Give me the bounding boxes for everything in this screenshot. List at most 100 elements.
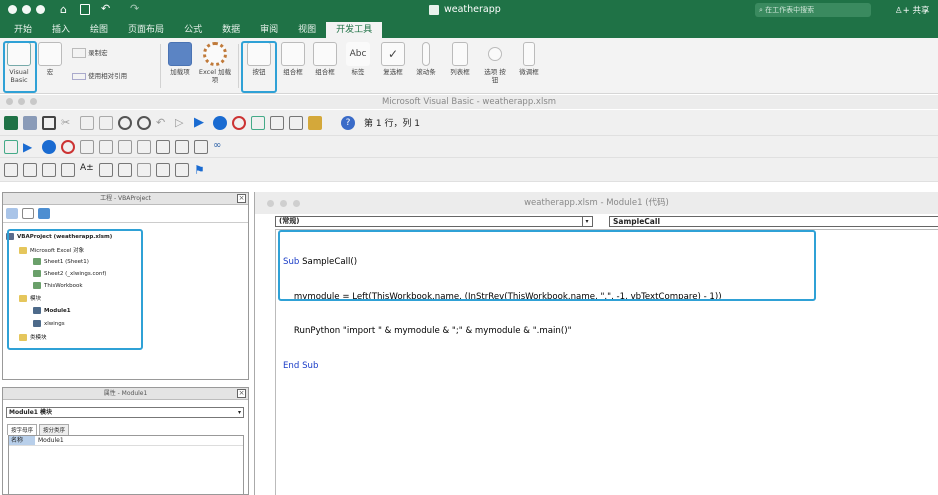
redo-icon[interactable]: ↷ bbox=[130, 2, 139, 15]
complete-word-icon[interactable]: A± bbox=[80, 163, 94, 177]
tab-data[interactable]: 数据 bbox=[212, 22, 250, 38]
home-icon[interactable]: ⌂ bbox=[60, 3, 67, 16]
object-select[interactable]: Module1 模块 ▾ bbox=[6, 407, 244, 418]
view-object-icon[interactable] bbox=[22, 208, 34, 219]
tab-developer[interactable]: 开发工具 bbox=[326, 22, 383, 38]
object-browser-icon[interactable] bbox=[308, 115, 322, 130]
locals-window-icon[interactable] bbox=[156, 139, 170, 154]
excel-addins-button[interactable]: Excel 加载项 bbox=[198, 42, 232, 84]
design-mode-icon[interactable] bbox=[4, 139, 18, 154]
code-close-icon[interactable] bbox=[267, 200, 274, 207]
record-macro-button[interactable]: 录制宏 bbox=[72, 48, 152, 58]
search-box[interactable]: ⌕ 在工作表中搜索 bbox=[755, 3, 871, 17]
ribbon-tabs: 开始 插入 绘图 页面布局 公式 数据 审阅 视图 开发工具 bbox=[0, 20, 938, 38]
undo-icon[interactable]: ↶ bbox=[101, 2, 110, 15]
tab-page-layout[interactable]: 页面布局 bbox=[118, 22, 174, 38]
relative-ref-icon bbox=[72, 72, 86, 80]
vbe-close-icon[interactable] bbox=[6, 98, 13, 105]
macros-button[interactable]: 宏 bbox=[38, 42, 62, 76]
option-button-control[interactable]: 选项 按钮 bbox=[481, 42, 509, 84]
watch-window-icon[interactable] bbox=[194, 139, 208, 154]
bookmark-icon[interactable]: ⚑ bbox=[194, 163, 208, 177]
properties-icon[interactable] bbox=[289, 115, 303, 130]
vbe-zoom-icon[interactable] bbox=[30, 98, 37, 105]
tab-review[interactable]: 审阅 bbox=[250, 22, 288, 38]
project-explorer-icon[interactable] bbox=[270, 115, 284, 130]
code-highlight bbox=[278, 230, 816, 301]
zoom-window-icon[interactable] bbox=[36, 5, 45, 14]
cut-icon[interactable]: ✂ bbox=[61, 116, 75, 130]
scrollbar-control[interactable]: 滚动条 bbox=[412, 42, 440, 76]
close-icon[interactable]: × bbox=[237, 194, 246, 203]
combo-box-control-1[interactable]: 组合框 bbox=[279, 42, 307, 76]
break-icon[interactable] bbox=[213, 115, 227, 130]
list-constants-icon[interactable] bbox=[23, 162, 37, 177]
addins-button[interactable]: 加载项 bbox=[166, 42, 194, 76]
uncomment-block-icon[interactable] bbox=[175, 162, 189, 177]
stop-icon[interactable] bbox=[61, 139, 75, 154]
relative-reference-button[interactable]: 使用相对引用 bbox=[72, 72, 162, 80]
parameter-info-icon[interactable] bbox=[61, 162, 75, 177]
indent-icon[interactable] bbox=[99, 162, 113, 177]
toggle-folders-icon[interactable] bbox=[38, 208, 50, 219]
listbox-control[interactable]: 列表框 bbox=[445, 42, 475, 76]
close-window-icon[interactable] bbox=[8, 5, 17, 14]
toggle-breakpoint-icon[interactable] bbox=[137, 162, 151, 177]
redo-icon[interactable]: ▷ bbox=[175, 116, 189, 130]
tab-draw[interactable]: 绘图 bbox=[80, 22, 118, 38]
properties-grid: 名称 Module1 bbox=[8, 435, 244, 495]
design-mode-icon[interactable] bbox=[251, 115, 265, 130]
procedure-dropdown[interactable]: SampleCall bbox=[609, 216, 938, 227]
property-row-name[interactable]: 名称 Module1 bbox=[9, 436, 243, 446]
code-editor[interactable]: Sub SampleCall() mymodule = Left(ThisWor… bbox=[275, 229, 938, 495]
vbe-title-bar: Microsoft Visual Basic - weatherapp.xlsm bbox=[0, 95, 938, 109]
find-next-icon[interactable] bbox=[137, 115, 151, 130]
run-icon[interactable]: ▶ bbox=[194, 115, 208, 130]
code-zoom-icon[interactable] bbox=[293, 200, 300, 207]
share-button[interactable]: ♙+ 共享 bbox=[895, 4, 929, 16]
call-stack-icon[interactable]: ∞ bbox=[213, 140, 227, 154]
pause-icon[interactable] bbox=[42, 139, 56, 154]
reset-icon[interactable] bbox=[232, 115, 246, 130]
minimize-window-icon[interactable] bbox=[22, 5, 31, 14]
step-over-icon[interactable] bbox=[118, 139, 132, 154]
step-out-icon[interactable] bbox=[137, 139, 151, 154]
undo-icon[interactable]: ↶ bbox=[156, 116, 170, 130]
find-icon[interactable] bbox=[118, 115, 132, 130]
tab-home[interactable]: 开始 bbox=[4, 22, 42, 38]
tab-categorized[interactable]: 按分类序 bbox=[39, 424, 70, 435]
vbe-minimize-icon[interactable] bbox=[18, 98, 25, 105]
run-icon[interactable]: ▶ bbox=[23, 140, 37, 154]
combo-box-control-2[interactable]: 组合框 bbox=[311, 42, 339, 76]
checkbox-control[interactable]: ✓ 复选框 bbox=[379, 42, 407, 76]
help-icon[interactable]: ? bbox=[341, 115, 355, 130]
code-minimize-icon[interactable] bbox=[280, 200, 287, 207]
comment-block-icon[interactable] bbox=[156, 162, 170, 177]
step-into-icon[interactable] bbox=[99, 139, 113, 154]
copy-icon[interactable] bbox=[80, 115, 94, 130]
tab-insert[interactable]: 插入 bbox=[42, 22, 80, 38]
quick-info-icon[interactable] bbox=[42, 162, 56, 177]
list-properties-icon[interactable] bbox=[4, 162, 18, 177]
spinner-control[interactable]: 微调框 bbox=[514, 42, 544, 76]
save-icon[interactable] bbox=[80, 4, 90, 15]
close-icon[interactable]: × bbox=[237, 389, 246, 398]
window-title: weatherapp bbox=[444, 4, 501, 15]
outdent-icon[interactable] bbox=[118, 162, 132, 177]
vbe-title: Microsoft Visual Basic - weatherapp.xlsm bbox=[381, 97, 557, 107]
tab-formulas[interactable]: 公式 bbox=[174, 22, 212, 38]
object-dropdown[interactable]: (常规) ▾ bbox=[275, 216, 593, 227]
developer-ribbon: Visual Basic 宏 录制宏 使用相对引用 加载项 Excel 加载项 … bbox=[0, 38, 938, 94]
tab-view[interactable]: 视图 bbox=[288, 22, 326, 38]
view-excel-icon[interactable] bbox=[4, 115, 18, 130]
view-code-icon[interactable] bbox=[6, 208, 18, 219]
tab-alphabetic[interactable]: 按字母序 bbox=[7, 424, 38, 435]
toggle-breakpoint-icon[interactable] bbox=[80, 139, 94, 154]
vbe-debug-toolbar: ▶ ∞ bbox=[0, 136, 938, 158]
insert-module-icon[interactable] bbox=[23, 115, 37, 130]
paste-icon[interactable] bbox=[99, 115, 113, 130]
save-icon[interactable] bbox=[42, 115, 56, 130]
code-window-title-bar: weatherapp.xlsm - Module1 (代码) bbox=[255, 192, 938, 214]
label-control[interactable]: Abc 标签 bbox=[345, 42, 371, 76]
immediate-window-icon[interactable] bbox=[175, 139, 189, 154]
